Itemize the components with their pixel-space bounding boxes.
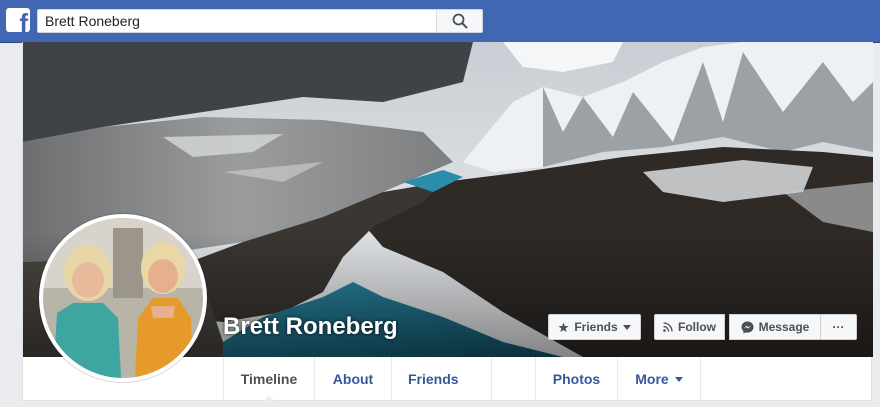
follow-button-label: Follow bbox=[678, 320, 716, 334]
facebook-logo-icon[interactable]: f bbox=[6, 8, 30, 32]
caret-down-icon bbox=[674, 376, 683, 382]
tab-about-label: About bbox=[332, 371, 374, 387]
friends-button[interactable]: Friends bbox=[548, 314, 641, 340]
tab-photos[interactable]: Photos bbox=[536, 357, 618, 401]
search-button[interactable] bbox=[436, 10, 482, 32]
more-options-button[interactable]: ··· bbox=[820, 314, 857, 340]
tab-friends[interactable]: Friends bbox=[392, 357, 492, 401]
tab-spacer bbox=[492, 357, 536, 401]
rss-icon bbox=[663, 322, 673, 332]
top-navigation-bar: f bbox=[0, 0, 880, 43]
star-icon bbox=[558, 322, 569, 332]
more-options-icon: ··· bbox=[832, 320, 845, 334]
tab-more-label: More bbox=[635, 371, 669, 387]
search-input[interactable] bbox=[38, 10, 438, 32]
follow-button[interactable]: Follow bbox=[654, 314, 725, 340]
profile-picture[interactable] bbox=[39, 214, 207, 382]
profile-header: Brett Roneberg Friends Follow Message ··… bbox=[22, 42, 873, 402]
messenger-icon bbox=[741, 320, 754, 334]
profile-tabs: Timeline About Friends Photos More bbox=[223, 357, 701, 402]
caret-down-icon bbox=[622, 324, 631, 330]
message-button-label: Message bbox=[758, 320, 810, 334]
profile-picture-image bbox=[43, 218, 203, 378]
message-button[interactable]: Message bbox=[729, 314, 821, 340]
tab-more[interactable]: More bbox=[618, 357, 701, 401]
tab-friends-label: Friends bbox=[408, 371, 459, 387]
tab-timeline[interactable]: Timeline bbox=[224, 357, 315, 402]
logo-letter: f bbox=[19, 8, 28, 32]
tab-timeline-label: Timeline bbox=[240, 371, 298, 387]
tab-about[interactable]: About bbox=[315, 357, 392, 401]
tab-photos-label: Photos bbox=[552, 371, 601, 387]
profile-name[interactable]: Brett Roneberg bbox=[223, 313, 398, 341]
search-box bbox=[37, 9, 483, 33]
friends-button-label: Friends bbox=[574, 320, 618, 334]
search-icon bbox=[452, 13, 467, 29]
